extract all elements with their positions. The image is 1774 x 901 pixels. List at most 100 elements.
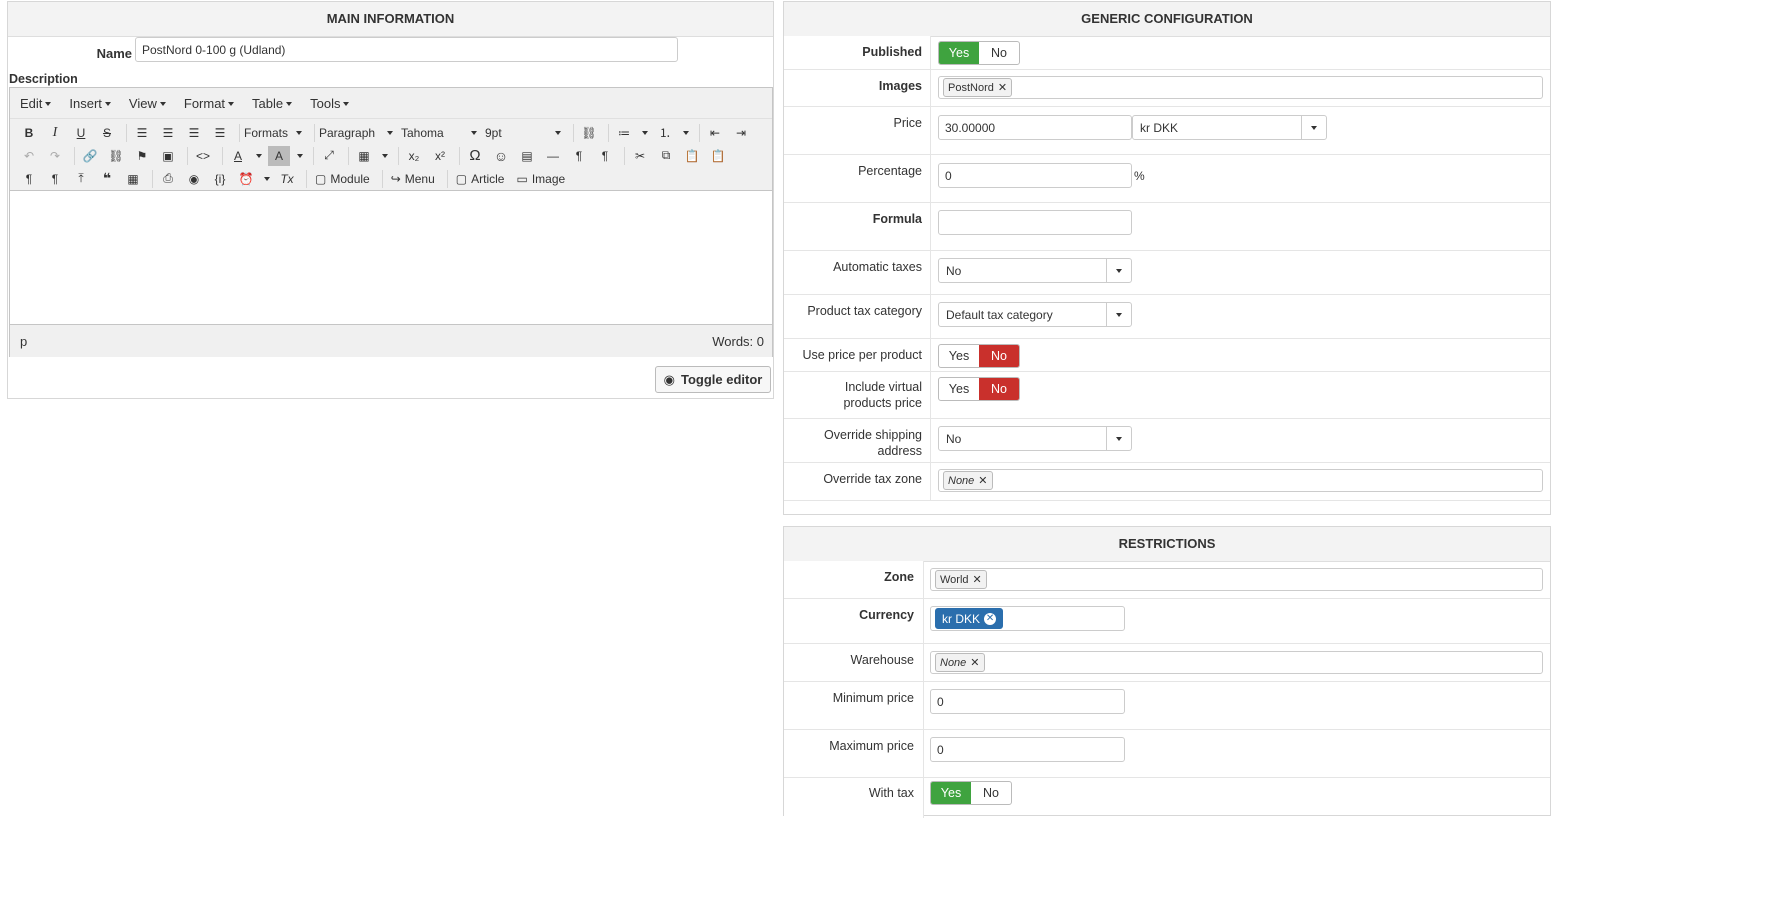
table-icon[interactable]: ▦ <box>353 146 375 166</box>
currency-tag[interactable]: kr DKK ✕ <box>935 608 1004 629</box>
warehouse-tag[interactable]: None ✕ <box>935 653 985 672</box>
menu-button[interactable]: ↪ Menu <box>387 169 439 189</box>
align-right-icon[interactable]: ☰ <box>183 123 205 143</box>
italic-icon[interactable]: I <box>44 123 66 143</box>
override-shipping-select[interactable]: No <box>938 426 1132 451</box>
menu-insert[interactable]: Insert <box>69 96 111 111</box>
editor-content-area[interactable] <box>10 191 772 324</box>
fullscreen-icon[interactable]: ⤢ <box>318 146 340 166</box>
link-icon[interactable]: 🔗 <box>79 146 101 166</box>
yes-option[interactable]: Yes <box>939 42 979 64</box>
article-button[interactable]: ▢ Article <box>452 169 509 189</box>
superscript-icon[interactable]: x² <box>429 146 451 166</box>
yes-option[interactable]: Yes <box>939 345 979 367</box>
redo-icon[interactable]: ↷ <box>44 146 66 166</box>
zone-select[interactable]: World ✕ <box>930 568 1543 591</box>
toggle-editor-button[interactable]: ◉ Toggle editor <box>655 366 771 393</box>
no-option[interactable]: No <box>979 345 1019 367</box>
cut-icon[interactable]: ✂ <box>629 146 651 166</box>
automatic-taxes-select[interactable]: No <box>938 258 1132 283</box>
font-family-dropdown[interactable]: Tahoma <box>401 126 477 140</box>
currency-select[interactable]: kr DKK ✕ <box>930 606 1125 631</box>
override-tax-select[interactable]: None ✕ <box>938 469 1543 492</box>
remove-icon[interactable]: ✕ <box>973 573 982 586</box>
underline-icon[interactable]: U <box>70 123 92 143</box>
remove-icon[interactable]: ✕ <box>978 474 987 487</box>
numbered-list-icon[interactable]: ⒈ <box>654 123 676 143</box>
published-toggle[interactable]: Yes No <box>938 41 1020 65</box>
align-justify-icon[interactable]: ☰ <box>209 123 231 143</box>
copy-icon[interactable]: ⧉ <box>655 146 677 166</box>
visual-chars-icon[interactable]: ¶ <box>18 169 40 189</box>
preview-icon[interactable]: ◉ <box>183 169 205 189</box>
strikethrough-icon[interactable]: S <box>96 123 118 143</box>
menu-view[interactable]: View <box>129 96 166 111</box>
font-size-dropdown[interactable]: 9pt <box>485 126 561 140</box>
formats-dropdown[interactable]: Formats <box>244 126 302 140</box>
warehouse-select[interactable]: None ✕ <box>930 651 1543 674</box>
emoticons-icon[interactable]: ☺ <box>490 146 512 166</box>
horizontal-rule-icon[interactable]: — <box>542 146 564 166</box>
use-price-toggle[interactable]: Yes No <box>938 344 1020 368</box>
menu-format[interactable]: Format <box>184 96 235 111</box>
remove-icon[interactable]: ✕ <box>984 612 997 625</box>
menu-table[interactable]: Table <box>252 96 293 111</box>
ltr-icon[interactable]: ¶ <box>568 146 590 166</box>
paste-text-icon[interactable]: 📋 <box>707 146 729 166</box>
unlink-icon[interactable]: ⛓ <box>105 146 127 166</box>
zone-tag[interactable]: World ✕ <box>935 570 987 589</box>
clear-formatting-icon[interactable]: Tx <box>276 169 298 189</box>
product-tax-select[interactable]: Default tax category <box>938 302 1132 327</box>
no-option[interactable]: No <box>979 42 1019 64</box>
bold-icon[interactable]: B <box>18 123 40 143</box>
align-center-icon[interactable]: ☰ <box>157 123 179 143</box>
rtl-icon[interactable]: ¶ <box>594 146 616 166</box>
source-code-icon[interactable]: <> <box>192 146 214 166</box>
image-tag[interactable]: PostNord ✕ <box>943 78 1013 97</box>
currency-select[interactable]: kr DKK <box>1132 115 1327 140</box>
background-color-icon[interactable]: A <box>268 145 290 166</box>
align-left-icon[interactable]: ☰ <box>131 123 153 143</box>
paragraph-dropdown[interactable]: Paragraph <box>319 126 393 140</box>
element-path[interactable]: p <box>20 334 27 349</box>
special-character-icon[interactable]: Ω <box>464 146 486 166</box>
image-button[interactable]: ▭ Image <box>512 169 569 189</box>
formula-input[interactable] <box>938 210 1132 235</box>
bookmark-icon[interactable]: ⚑ <box>131 146 153 166</box>
blockquote-icon[interactable]: ❝ <box>96 169 118 189</box>
media-icon[interactable]: ▤ <box>516 146 538 166</box>
indent-icon[interactable]: ⇥ <box>730 123 752 143</box>
module-button[interactable]: ▢ Module <box>311 169 374 189</box>
price-input[interactable]: 30.00000 <box>938 115 1132 140</box>
no-option[interactable]: No <box>979 378 1019 400</box>
nonbreaking-icon[interactable]: ¶ <box>44 169 66 189</box>
insert-datetime-icon[interactable]: ⏰ <box>235 169 257 189</box>
print-icon[interactable]: ⎙ <box>157 169 179 189</box>
text-color-icon[interactable]: A <box>227 146 249 166</box>
menu-tools[interactable]: Tools <box>310 96 350 111</box>
undo-icon[interactable]: ↶ <box>18 146 40 166</box>
menu-edit[interactable]: Edit <box>20 96 52 111</box>
maximum-price-input[interactable]: 0 <box>930 737 1125 762</box>
percentage-input[interactable]: 0 <box>938 163 1132 188</box>
yes-option[interactable]: Yes <box>939 378 979 400</box>
yes-option[interactable]: Yes <box>931 782 971 804</box>
bullet-list-icon[interactable]: ≔ <box>613 123 635 143</box>
tax-zone-tag[interactable]: None ✕ <box>943 471 993 490</box>
find-replace-icon[interactable]: ⛓ <box>578 123 600 143</box>
include-virtual-toggle[interactable]: Yes No <box>938 377 1020 401</box>
remove-icon[interactable]: ✕ <box>998 81 1007 94</box>
minimum-price-input[interactable]: 0 <box>930 689 1125 714</box>
with-tax-toggle[interactable]: Yes No <box>930 781 1012 805</box>
code-sample-icon[interactable]: {i} <box>209 169 231 189</box>
no-option[interactable]: No <box>971 782 1011 804</box>
name-input[interactable]: PostNord 0-100 g (Udland) <box>135 37 678 62</box>
paste-icon[interactable]: 📋 <box>681 146 703 166</box>
remove-icon[interactable]: ✕ <box>970 656 979 669</box>
template-icon[interactable]: ▦ <box>122 169 144 189</box>
insert-image-icon[interactable]: ▣ <box>157 146 179 166</box>
outdent-icon[interactable]: ⇤ <box>704 123 726 143</box>
images-select[interactable]: PostNord ✕ <box>938 76 1543 99</box>
upload-icon[interactable]: ⤒ <box>70 169 92 189</box>
subscript-icon[interactable]: x₂ <box>403 146 425 166</box>
